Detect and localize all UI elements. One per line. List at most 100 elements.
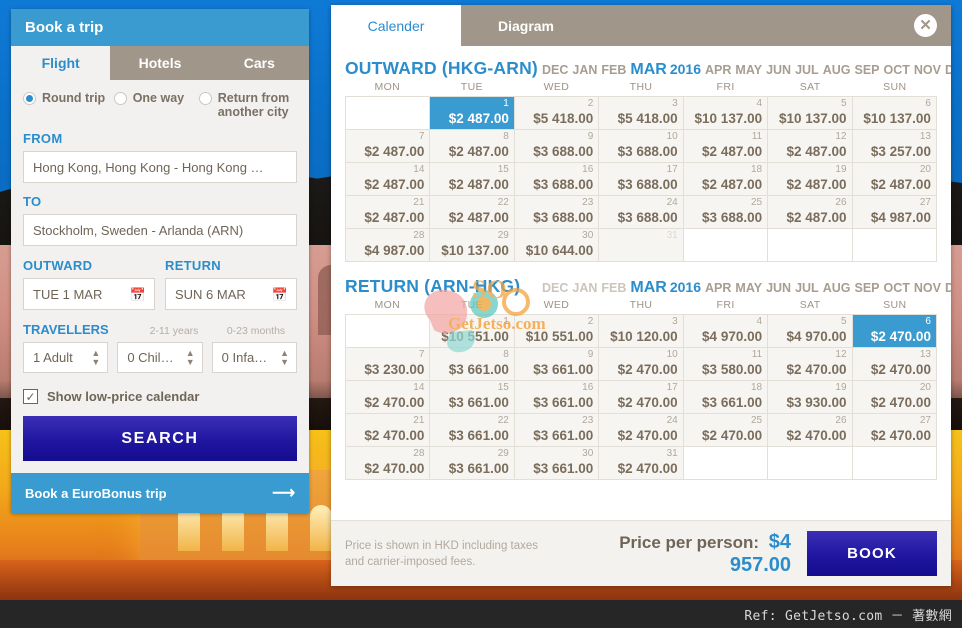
return-month-dec-0[interactable]: DEC <box>542 281 568 295</box>
outward-day-cell-1[interactable]: 1 $2 487.00 <box>430 97 515 130</box>
outward-day-cell-2[interactable]: 2 $5 418.00 <box>514 97 600 130</box>
outward-day-cell-15[interactable]: 15 $2 487.00 <box>430 163 515 196</box>
outward-day-cell-9[interactable]: 9 $3 688.00 <box>514 130 600 163</box>
outward-day-cell-21[interactable]: 21 $2 487.00 <box>346 196 431 229</box>
outward-month-jan-1[interactable]: JAN <box>572 63 597 77</box>
return-month-mar-3[interactable]: MAR <box>630 279 666 296</box>
outward-day-cell-20[interactable]: 20 $2 487.00 <box>852 163 937 196</box>
outward-day-cell-17[interactable]: 17 $3 688.00 <box>599 163 684 196</box>
return-month-apr-4[interactable]: APR <box>705 281 731 295</box>
adults-select[interactable]: 1 Adult ▲ ▼ <box>23 342 109 373</box>
infants-select[interactable]: 0 Infa… ▲ ▼ <box>211 342 297 373</box>
return-day-cell-23[interactable]: 23 $3 661.00 <box>514 414 600 447</box>
outward-day-cell-22[interactable]: 22 $2 487.00 <box>430 196 515 229</box>
radio-return-other-city[interactable]: Return from another city <box>198 91 297 119</box>
tab-diagram[interactable]: Diagram <box>461 5 591 46</box>
outward-day-cell-25[interactable]: 25 $3 688.00 <box>683 196 769 229</box>
return-day-cell-25[interactable]: 25 $2 470.00 <box>683 414 769 447</box>
return-day-cell-24[interactable]: 24 $2 470.00 <box>599 414 684 447</box>
outward-month-nov-11[interactable]: NOV <box>914 63 941 77</box>
outward-day-cell-28[interactable]: 28 $4 987.00 <box>346 229 431 262</box>
eurobonus-trip-banner[interactable]: Book a EuroBonus trip ⟶ <box>11 473 309 513</box>
return-day-cell-10[interactable]: 10 $2 470.00 <box>599 348 684 381</box>
return-month-jul-7[interactable]: JUL <box>795 281 819 295</box>
outward-month-sep-9[interactable]: SEP <box>854 63 879 77</box>
return-day-cell-3[interactable]: 3 $10 120.00 <box>599 315 684 348</box>
tab-hotels[interactable]: Hotels <box>110 46 209 80</box>
outward-day-cell-29[interactable]: 29 $10 137.00 <box>430 229 515 262</box>
outward-day-cell-6[interactable]: 6 $10 137.00 <box>852 97 937 130</box>
outward-day-cell-30[interactable]: 30 $10 644.00 <box>514 229 600 262</box>
outward-month-jul-7[interactable]: JUL <box>795 63 819 77</box>
tab-flight[interactable]: Flight <box>11 46 111 80</box>
outward-day-cell-19[interactable]: 19 $2 487.00 <box>768 163 853 196</box>
return-day-cell-13[interactable]: 13 $2 470.00 <box>852 348 937 381</box>
outward-day-cell-23[interactable]: 23 $3 688.00 <box>514 196 600 229</box>
outward-day-cell-27[interactable]: 27 $4 987.00 <box>852 196 937 229</box>
radio-round-trip[interactable]: Round trip <box>23 91 114 105</box>
outward-month-dec-0[interactable]: DEC <box>542 63 568 77</box>
search-button[interactable]: SEARCH <box>23 416 297 461</box>
return-day-cell-6[interactable]: 6 $2 470.00 <box>852 315 937 348</box>
outward-month-mar-3[interactable]: MAR <box>630 61 666 78</box>
outward-month-dec-12[interactable]: DEC <box>945 63 951 77</box>
return-month-jan-1[interactable]: JAN <box>572 281 597 295</box>
return-day-cell-29[interactable]: 29 $3 661.00 <box>430 447 515 480</box>
return-day-cell-31[interactable]: 31 $2 470.00 <box>599 447 684 480</box>
return-day-cell-18[interactable]: 18 $3 661.00 <box>683 381 769 414</box>
return-day-cell-17[interactable]: 17 $2 470.00 <box>599 381 684 414</box>
return-day-cell-27[interactable]: 27 $2 470.00 <box>852 414 937 447</box>
outward-day-cell-16[interactable]: 16 $3 688.00 <box>514 163 600 196</box>
return-day-cell-21[interactable]: 21 $2 470.00 <box>346 414 431 447</box>
return-day-cell-22[interactable]: 22 $3 661.00 <box>430 414 515 447</box>
return-day-cell-2[interactable]: 2 $10 551.00 <box>514 315 600 348</box>
outward-day-cell-12[interactable]: 12 $2 487.00 <box>768 130 853 163</box>
outward-day-cell-13[interactable]: 13 $3 257.00 <box>852 130 937 163</box>
outward-day-cell-18[interactable]: 18 $2 487.00 <box>683 163 769 196</box>
outward-day-cell-5[interactable]: 5 $10 137.00 <box>768 97 853 130</box>
from-input[interactable] <box>23 151 297 183</box>
outward-month-feb-2[interactable]: FEB <box>601 63 626 77</box>
outward-date-field[interactable]: TUE 1 MAR 📅 <box>23 278 155 310</box>
return-month-aug-8[interactable]: AUG <box>823 281 851 295</box>
tab-cars[interactable]: Cars <box>210 46 309 80</box>
return-day-cell-30[interactable]: 30 $3 661.00 <box>514 447 600 480</box>
return-month-may-5[interactable]: MAY <box>735 281 762 295</box>
radio-one-way[interactable]: One way <box>113 91 199 105</box>
return-month-nov-11[interactable]: NOV <box>914 281 941 295</box>
return-month-sep-9[interactable]: SEP <box>854 281 879 295</box>
return-day-cell-1[interactable]: 1 $10 551.00 <box>430 315 515 348</box>
return-day-cell-26[interactable]: 26 $2 470.00 <box>768 414 853 447</box>
return-day-cell-8[interactable]: 8 $3 661.00 <box>430 348 515 381</box>
outward-day-cell-4[interactable]: 4 $10 137.00 <box>683 97 769 130</box>
outward-month-apr-4[interactable]: APR <box>705 63 731 77</box>
outward-day-cell-8[interactable]: 8 $2 487.00 <box>430 130 515 163</box>
tab-calender[interactable]: Calender <box>331 5 461 46</box>
return-month-oct-10[interactable]: OCT <box>884 281 910 295</box>
outward-day-cell-10[interactable]: 10 $3 688.00 <box>599 130 684 163</box>
outward-month-jun-6[interactable]: JUN <box>766 63 791 77</box>
return-day-cell-28[interactable]: 28 $2 470.00 <box>346 447 431 480</box>
outward-day-cell-3[interactable]: 3 $5 418.00 <box>599 97 684 130</box>
children-select[interactable]: 0 Chil… ▲ ▼ <box>117 342 203 373</box>
outward-month-aug-8[interactable]: AUG <box>823 63 851 77</box>
return-day-cell-7[interactable]: 7 $3 230.00 <box>346 348 431 381</box>
return-day-cell-14[interactable]: 14 $2 470.00 <box>346 381 431 414</box>
outward-day-cell-24[interactable]: 24 $3 688.00 <box>599 196 684 229</box>
outward-day-cell-7[interactable]: 7 $2 487.00 <box>346 130 431 163</box>
return-day-cell-12[interactable]: 12 $2 470.00 <box>768 348 853 381</box>
return-day-cell-4[interactable]: 4 $4 970.00 <box>683 315 769 348</box>
return-day-cell-20[interactable]: 20 $2 470.00 <box>852 381 937 414</box>
low-price-calendar-checkbox[interactable]: ✓ Show low-price calendar <box>23 389 297 404</box>
return-day-cell-19[interactable]: 19 $3 930.00 <box>768 381 853 414</box>
outward-day-cell-11[interactable]: 11 $2 487.00 <box>683 130 769 163</box>
book-button[interactable]: BOOK <box>807 531 937 576</box>
return-day-cell-15[interactable]: 15 $3 661.00 <box>430 381 515 414</box>
outward-month-oct-10[interactable]: OCT <box>884 63 910 77</box>
return-month-feb-2[interactable]: FEB <box>601 281 626 295</box>
close-icon[interactable]: ✕ <box>914 14 937 37</box>
return-day-cell-9[interactable]: 9 $3 661.00 <box>514 348 600 381</box>
return-day-cell-16[interactable]: 16 $3 661.00 <box>514 381 600 414</box>
outward-day-cell-26[interactable]: 26 $2 487.00 <box>768 196 853 229</box>
to-input[interactable] <box>23 214 297 246</box>
